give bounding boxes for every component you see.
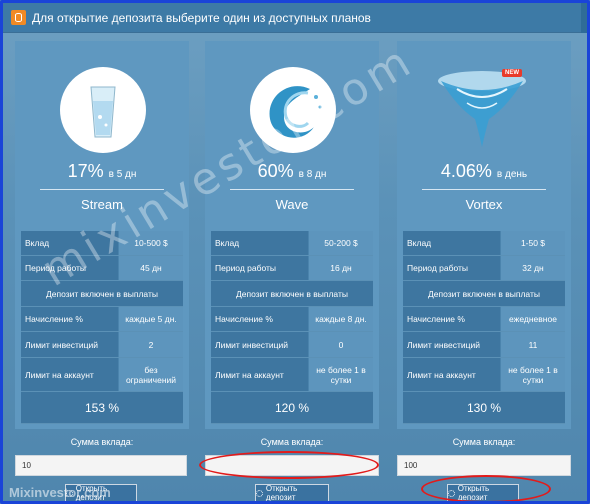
table-row: Депозит включен в выплаты [403,281,565,307]
plan-period: в 5 дн [108,169,137,180]
plan-card-vortex: NEW 4.06% в день Vortex Вклад 1-50 $ Пери… [397,41,571,429]
app-window: Для открытие депозита выберите один из д… [0,0,590,504]
highlight-ellipse [199,451,379,479]
page-title: Для открытие депозита выберите один из д… [32,10,371,25]
table-row: Вклад 1-50 $ [403,231,565,256]
new-badge: NEW [502,69,522,77]
amount-input-stream[interactable]: 10 [15,455,187,476]
table-row: Лимит на аккаунт не более 1 в сутки [211,358,373,392]
plan-image-circle [60,67,146,153]
table-row: Депозит включен в выплаты [21,281,183,307]
plan-percent: 17% [67,161,104,181]
highlight-ellipse [421,475,551,501]
plan-hero: NEW 4.06% в день Vortex [397,41,571,212]
table-row: Начисление % ежедневное [403,307,565,332]
plan-total: 153 % [21,392,183,424]
plan-rate: 4.06% в день [397,161,571,182]
table-row: Период работы 16 дн [211,256,373,281]
plan-table: Вклад 1-50 $ Период работы 32 дн Депозит в… [403,231,565,424]
table-row: Лимит инвестиций 0 [211,332,373,358]
amount-input-vortex[interactable]: 100 [397,455,571,476]
table-row: Лимит инвестиций 11 [403,332,565,358]
sum-label: Сумма вклада: [70,437,134,447]
plan-percent: 4.06% [440,161,492,181]
table-row: Депозит включен в выплаты [211,281,373,307]
plan-name: Vortex [465,197,503,212]
divider [230,189,354,190]
table-row: Лимит на аккаунт без ограничений [21,358,183,392]
table-row: Начисление % каждые 8 дн. [211,307,373,332]
plan-total: 120 % [211,392,373,424]
plan-hero: 17% в 5 дн Stream [15,41,189,212]
title-bar: Для открытие депозита выберите один из д… [3,3,587,33]
plan-period: в 8 дн [298,169,327,180]
table-row: Лимит на аккаунт не более 1 в сутки [403,358,565,392]
table-row: Вклад 50-200 $ [211,231,373,256]
plan-table: Вклад 50-200 $ Период работы 16 дн Депозит… [211,231,373,424]
plan-name: Wave [275,197,309,212]
plan-total: 130 % [403,392,565,424]
database-icon [11,10,26,25]
open-deposit-button-wave[interactable]: Открыть депозит [255,484,329,501]
table-row: Начисление % каждые 5 дн. [21,307,183,332]
table-row: Лимит инвестиций 2 [21,332,183,358]
sum-label: Сумма вклада: [452,437,516,447]
divider [422,189,546,190]
sum-label: Сумма вклада: [260,437,324,447]
title-bar-edge [581,3,587,33]
plan-period: в день [496,169,528,180]
table-row: Период работы 32 дн [403,256,565,281]
spinner-icon [256,489,263,497]
watermark-corner: Mixinvestor.com [9,485,111,500]
water-glass-icon [90,86,116,138]
